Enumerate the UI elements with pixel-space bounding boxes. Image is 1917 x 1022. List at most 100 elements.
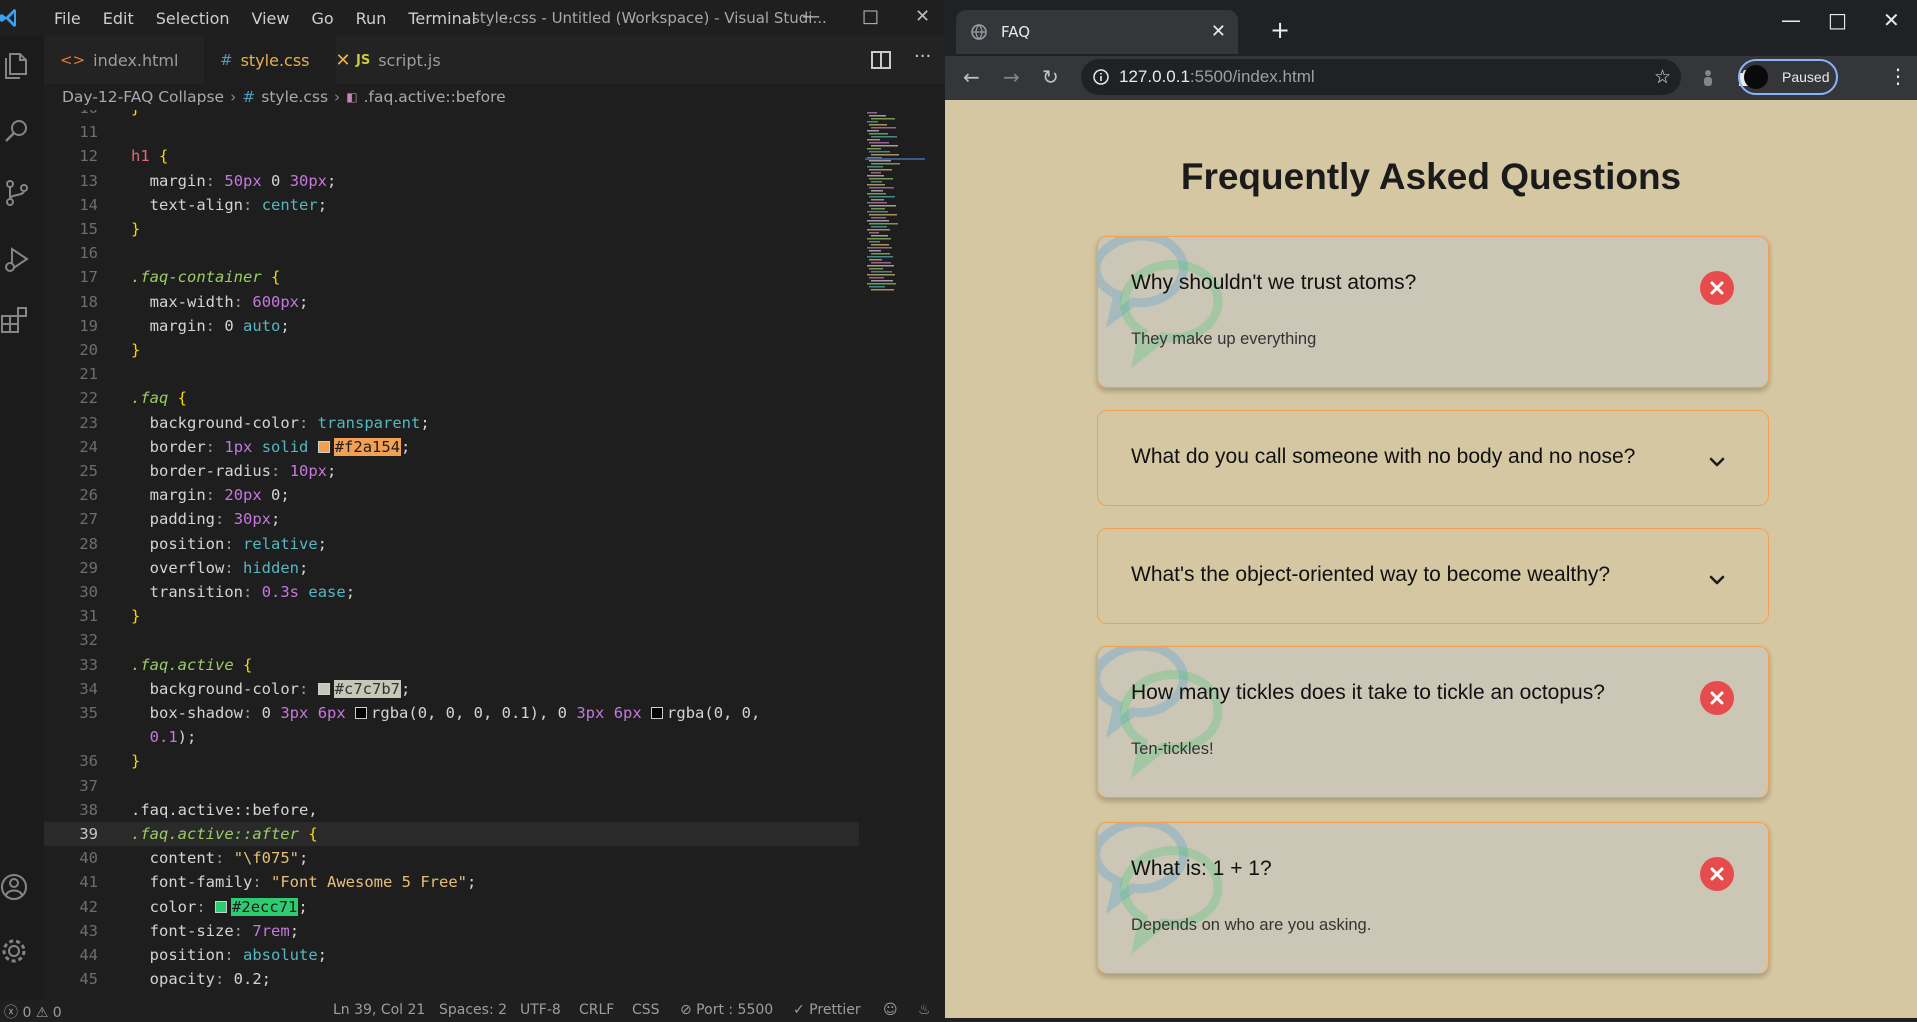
code-line[interactable]: 29 overflow: hidden; — [44, 556, 859, 580]
language-mode[interactable]: CSS — [632, 1002, 660, 1018]
browser-tab-faq[interactable]: FAQ ✕ — [956, 10, 1238, 54]
menu-terminal[interactable]: Terminal — [408, 9, 476, 28]
explorer-icon[interactable] — [2, 50, 32, 80]
minimap-line — [869, 196, 895, 198]
tab-title: FAQ — [1001, 23, 1031, 41]
address-bar[interactable]: 127.0.0.1:5500/index.html ☆ — [1081, 59, 1681, 95]
close-window-icon[interactable]: ✕ — [915, 6, 930, 27]
code-line[interactable]: 0.1); — [44, 725, 859, 749]
code-line[interactable]: 42 color: #2ecc71; — [44, 895, 859, 919]
code-line[interactable]: 35 box-shadow: 0 3px 6px rgba(0, 0, 0, 0… — [44, 701, 859, 725]
code-line[interactable]: 30 transition: 0.3s ease; — [44, 580, 859, 604]
menu-view[interactable]: View — [252, 9, 290, 28]
profile-paused-button[interactable]: Paused — [1738, 59, 1838, 95]
cursor-position[interactable]: Ln 39, Col 21 — [333, 1002, 425, 1018]
code-line[interactable]: 36} — [44, 749, 859, 773]
extensions-icon[interactable] — [0, 306, 30, 336]
code-editor[interactable]: 10}1112h1 {13 margin: 50px 0 30px;14 tex… — [44, 110, 859, 1000]
breadcrumb-file[interactable]: style.css — [261, 88, 328, 106]
code-line[interactable]: 12 h1 { — [44, 144, 859, 168]
maximize-icon[interactable]: □ — [1828, 8, 1847, 32]
faq-expand-button[interactable] — [1700, 563, 1734, 597]
notifications-bell-icon[interactable]: ♨ — [918, 1002, 931, 1018]
code-line[interactable]: 19 margin: 0 auto; — [44, 314, 859, 338]
code-line[interactable]: 24 border: 1px solid #f2a154; — [44, 435, 859, 459]
menu-go[interactable]: Go — [311, 9, 333, 28]
code-line[interactable]: 15} — [44, 217, 859, 241]
code-line[interactable]: 18 max-width: 600px; — [44, 290, 859, 314]
code-line[interactable]: 17 .faq-container { — [44, 265, 859, 289]
menu-file[interactable]: File — [54, 9, 81, 28]
faq-close-button[interactable] — [1700, 271, 1734, 305]
run-debug-icon[interactable] — [2, 244, 32, 274]
minimize-icon[interactable]: — — [1781, 8, 1801, 32]
code-line[interactable]: 38 .faq.active::before, — [44, 798, 859, 822]
close-window-icon[interactable]: ✕ — [1883, 8, 1900, 32]
code-line[interactable]: 32 — [44, 628, 859, 652]
maximize-icon[interactable]: □ — [862, 6, 879, 27]
code-line[interactable]: 10} — [44, 110, 859, 120]
minimize-icon[interactable]: — — [802, 6, 820, 27]
avatar — [1744, 65, 1768, 89]
code-line[interactable]: 44 position: absolute; — [44, 943, 859, 967]
faq-close-button[interactable] — [1700, 681, 1734, 715]
breadcrumb-symbol[interactable]: .faq.active::before — [364, 88, 506, 106]
split-editor-icon[interactable] — [870, 49, 892, 71]
close-tab-icon[interactable]: ✕ — [1211, 21, 1226, 42]
minimap-line — [869, 169, 892, 171]
code-line[interactable]: 28 position: relative; — [44, 532, 859, 556]
account-icon[interactable] — [0, 872, 30, 902]
feedback-icon[interactable]: ☺ — [883, 1002, 898, 1018]
code-line[interactable]: 23 background-color: transparent; — [44, 411, 859, 435]
code-line[interactable]: 14 text-align: center; — [44, 193, 859, 217]
indentation[interactable]: Spaces: 2 — [439, 1002, 507, 1018]
encoding[interactable]: UTF-8 — [520, 1002, 561, 1018]
code-line[interactable]: 26 margin: 20px 0; — [44, 483, 859, 507]
code-line[interactable]: 13 margin: 50px 0 30px; — [44, 169, 859, 193]
more-actions-icon[interactable]: ··· — [914, 46, 931, 67]
faq-close-button[interactable] — [1700, 857, 1734, 891]
menu-edit[interactable]: Edit — [103, 9, 134, 28]
code-line[interactable]: 40 content: "\f075"; — [44, 846, 859, 870]
search-icon[interactable] — [2, 116, 32, 146]
code-line[interactable]: 27 padding: 30px; — [44, 507, 859, 531]
problems-indicator[interactable]: ⓧ 0 ⚠ 0 — [4, 1002, 62, 1022]
code-line[interactable]: 11 — [44, 120, 859, 144]
browser-menu-icon[interactable]: ⋮ — [1888, 64, 1908, 88]
tab-script-js[interactable]: JS script.js — [340, 36, 460, 84]
reload-icon[interactable]: ↻ — [1042, 65, 1059, 89]
code-line[interactable]: 33 .faq.active { — [44, 653, 859, 677]
code-line[interactable]: 34 background-color: #c7c7b7; — [44, 677, 859, 701]
bookmark-star-icon[interactable]: ☆ — [1654, 66, 1671, 88]
breadcrumb-folder[interactable]: Day-12-FAQ Collapse — [62, 88, 224, 106]
line-endings[interactable]: CRLF — [579, 1002, 614, 1018]
code-line[interactable]: 43 font-size: 7rem; — [44, 919, 859, 943]
tab-index-html[interactable]: <> index.html — [44, 36, 204, 84]
tab-style-css[interactable]: # style.css ✕ — [204, 36, 351, 84]
code-line[interactable]: 31} — [44, 604, 859, 628]
live-server-port[interactable]: ⊘ Port : 5500 — [680, 1002, 773, 1018]
back-arrow-icon[interactable]: ← — [963, 65, 980, 89]
source-control-icon[interactable] — [2, 178, 32, 208]
code-line[interactable]: 21 — [44, 362, 859, 386]
minimap-line — [869, 205, 896, 207]
minimap[interactable] — [865, 110, 945, 1000]
faq-question: Why shouldn't we trust atoms? — [1131, 271, 1417, 294]
code-line[interactable]: 37 — [44, 774, 859, 798]
menu-selection[interactable]: Selection — [156, 9, 230, 28]
code-line[interactable]: 25 border-radius: 10px; — [44, 459, 859, 483]
prettier-status[interactable]: ✓ Prettier — [793, 1002, 861, 1018]
settings-gear-icon[interactable] — [0, 936, 30, 966]
forward-arrow-icon[interactable]: → — [1003, 65, 1020, 89]
code-line[interactable]: 16 — [44, 241, 859, 265]
code-line[interactable]: 39 .faq.active::after { — [44, 822, 859, 846]
code-line[interactable]: 22 .faq { — [44, 386, 859, 410]
new-tab-plus-icon[interactable]: + — [1270, 16, 1290, 44]
code-line[interactable]: 41 font-family: "Font Awesome 5 Free"; — [44, 870, 859, 894]
extension-puppet-icon[interactable] — [1700, 68, 1716, 88]
code-line[interactable]: 20} — [44, 338, 859, 362]
menu-run[interactable]: Run — [356, 9, 387, 28]
code-line[interactable]: 45 opacity: 0.2; — [44, 967, 859, 991]
faq-expand-button[interactable] — [1700, 445, 1734, 479]
site-info-icon[interactable] — [1093, 69, 1109, 85]
